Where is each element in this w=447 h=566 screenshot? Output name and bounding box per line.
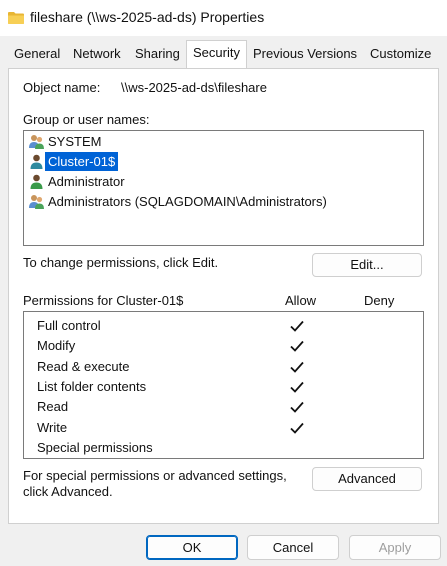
object-name-label: Object name: [23, 80, 101, 95]
group-or-user-names-label: Group or user names: [23, 112, 150, 127]
ok-button[interactable]: OK [146, 535, 238, 560]
allow-check-icon [289, 399, 305, 415]
permission-name: Read & execute [37, 358, 130, 374]
title-bar: fileshare (\\ws-2025-ad-ds) Properties [0, 0, 447, 36]
edit-button[interactable]: Edit... [312, 253, 422, 277]
tab-previous-versions[interactable]: Previous Versions [253, 46, 357, 61]
user-icon [30, 154, 43, 169]
advanced-hint-line1: For special permissions or advanced sett… [23, 468, 287, 483]
tab-sharing[interactable]: Sharing [135, 46, 180, 61]
window-title: fileshare (\\ws-2025-ad-ds) Properties [30, 9, 265, 25]
user-name: Cluster-01$ [45, 152, 119, 171]
security-panel: Object name: \\ws-2025-ad-ds\fileshare G… [8, 68, 439, 524]
permission-name: Modify [37, 338, 76, 354]
tab-network[interactable]: Network [73, 46, 121, 61]
permission-name: Read [37, 399, 69, 415]
permission-row: Full control [37, 316, 433, 336]
permission-name: Full control [37, 318, 101, 333]
allow-check-icon [289, 379, 305, 395]
permission-row: Read & execute [37, 357, 433, 377]
user-row-administrator[interactable]: Administrator [25, 172, 421, 191]
tab-security[interactable]: Security [186, 40, 247, 70]
permission-name: Write [37, 419, 68, 435]
permission-name: Special permissions [37, 439, 153, 455]
permission-row: Modify [37, 336, 433, 356]
allow-column-header: Allow [285, 293, 317, 308]
user-name: Administrator [48, 174, 125, 189]
change-permissions-hint: To change permissions, click Edit. [23, 255, 219, 270]
permission-row: Read [37, 397, 433, 417]
permission-row: List folder contents [37, 377, 433, 397]
allow-check-icon [289, 338, 305, 354]
permissions-list: Full control Modify Read & execute List fol… [23, 311, 424, 459]
dialog-footer: OK Cancel Apply [0, 524, 447, 566]
group-users-icon [29, 195, 44, 209]
permission-name: List folder contents [37, 378, 147, 394]
user-name: SYSTEM [48, 134, 102, 149]
deny-column-header: Deny [364, 293, 395, 308]
apply-button[interactable]: Apply [349, 535, 441, 560]
allow-check-icon [289, 359, 305, 375]
allow-check-icon [289, 318, 305, 334]
object-name-value: \\ws-2025-ad-ds\fileshare [121, 80, 267, 95]
advanced-hint-line2: click Advanced. [23, 484, 113, 499]
cancel-button[interactable]: Cancel [247, 535, 339, 560]
allow-check-icon [289, 420, 305, 436]
tab-strip: General Network Sharing Security Previou… [0, 36, 447, 70]
user-name: Administrators (SQLAGDOMAIN\Administrato… [48, 194, 327, 209]
user-row-administrators[interactable]: Administrators (SQLAGDOMAIN\Administrato… [25, 192, 421, 211]
user-list[interactable]: SYSTEM Cluster-01$ Administrator Adminis… [23, 130, 424, 246]
user-row-cluster-01[interactable]: Cluster-01$ [25, 152, 421, 171]
tab-customize[interactable]: Customize [370, 46, 431, 61]
permission-row: Write [37, 418, 433, 438]
permissions-for-label: Permissions for Cluster-01$ [23, 293, 184, 308]
user-row-system[interactable]: SYSTEM [25, 132, 421, 151]
folder-icon [8, 12, 24, 24]
tab-general[interactable]: General [14, 46, 60, 61]
user-icon [30, 174, 43, 189]
group-users-icon [29, 135, 44, 149]
permission-row: Special permissions [37, 438, 433, 458]
advanced-button[interactable]: Advanced [312, 467, 422, 491]
